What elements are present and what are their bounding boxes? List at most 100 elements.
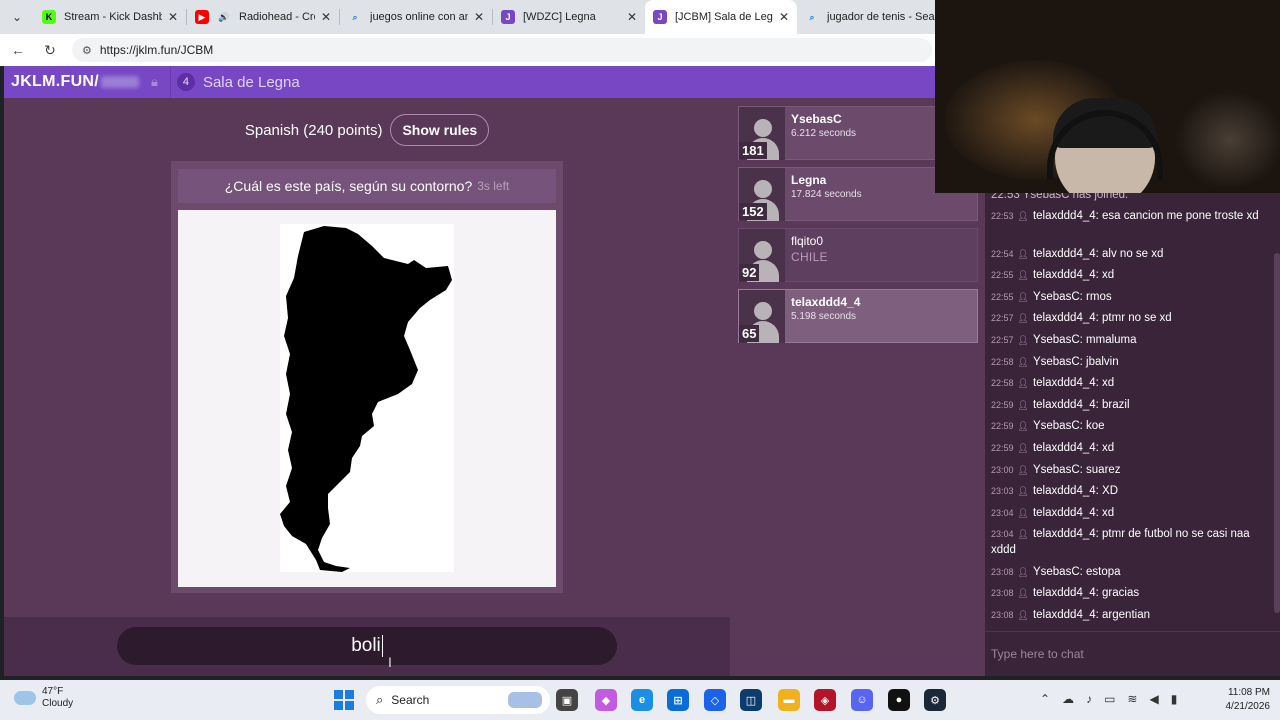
player-count-badge: 4 (176, 73, 195, 91)
chat-input[interactable]: Type here to chat (985, 631, 1280, 676)
close-tab-icon[interactable]: ✕ (779, 10, 789, 24)
steam-icon[interactable]: ⚙ (924, 689, 946, 711)
game-header: JKLM.FUN/ 🔒︎ 4 Sala de Legna (4, 66, 935, 98)
chat-username[interactable]: telaxddd4_4 (1033, 609, 1096, 621)
volume-icon[interactable]: ◀ (1149, 692, 1158, 706)
browser-tab[interactable]: ▶ 🔊 Radiohead - Creep ✕ (187, 0, 339, 34)
browser-tab[interactable]: ⌕ juegos online con amig ✕ (340, 0, 492, 34)
chat-username[interactable]: telaxddd4_4 (1033, 528, 1096, 540)
user-icon: 👤︎ (1017, 211, 1029, 221)
url-field[interactable]: ⚙ https://jklm.fun/JCBM (72, 38, 932, 62)
chat-username[interactable]: telaxddd4_4 (1033, 442, 1096, 454)
player-card[interactable]: 65 telaxddd4_4 5.198 seconds (738, 289, 978, 343)
chat-timestamp: 22:58 (991, 378, 1014, 389)
browser-tab-active[interactable]: J [JCBM] Sala de Legna ✕ (645, 0, 797, 34)
chat-username[interactable]: YsebasC (1033, 566, 1080, 578)
user-icon: 👤︎ (1017, 486, 1029, 497)
chat-username[interactable]: YsebasC (1033, 464, 1080, 476)
chat-text: gracias (1102, 587, 1140, 600)
image-canvas (280, 224, 454, 572)
discord-icon[interactable]: ☺ (851, 689, 873, 711)
task-view-icon[interactable]: ▣ (556, 689, 578, 711)
windows-start-icon[interactable] (334, 690, 354, 710)
taskbar-search[interactable]: ⌕ Search (366, 686, 550, 714)
chat-username[interactable]: YsebasC (1033, 291, 1080, 303)
chat-message: 22:54 👤︎ telaxddd4_4: alv no se xd (991, 246, 1267, 262)
player-score: 65 (739, 325, 760, 342)
chat-timestamp: 23:04 (991, 507, 1014, 518)
show-rules-button[interactable]: Show rules (390, 114, 490, 146)
chat-message: 22:57 👤︎ telaxddd4_4: ptmr no se xd (991, 310, 1267, 326)
chat-username[interactable]: telaxddd4_4 (1033, 248, 1096, 260)
reload-icon[interactable]: ↻ (36, 42, 64, 59)
chat-message-list[interactable]: 22:53 YsebasC has joined. 22:53 👤︎ telaxdd… (985, 193, 1270, 631)
code-editor-icon[interactable]: ◫ (740, 689, 762, 711)
taskbar-clock[interactable]: 11:08 PM 4/21/2026 (1226, 686, 1271, 714)
chat-timestamp: 22:54 (991, 248, 1014, 259)
browser-tab[interactable]: K Stream - Kick Dashboard ✕ (34, 0, 186, 34)
site-brand[interactable]: JKLM.FUN/ (4, 73, 99, 91)
chat-timestamp: 22:59 (991, 399, 1014, 410)
user-icon: 👤︎ (1017, 378, 1029, 389)
browser-tab[interactable]: ⌕ jugador de tenis - Searc (797, 0, 949, 34)
answer-input[interactable]: boli (117, 627, 617, 665)
chat-username[interactable]: YsebasC (1033, 356, 1080, 368)
speaker-icon[interactable]: 🔊 (217, 10, 231, 24)
user-icon: 👤︎ (1017, 248, 1029, 259)
chat-username[interactable]: YsebasC (1033, 334, 1080, 346)
battery-icon[interactable]: ▮ (1171, 692, 1178, 706)
weather-temperature: 47°F (42, 686, 64, 697)
chat-username[interactable]: telaxddd4_4 (1033, 399, 1096, 411)
onedrive-icon[interactable]: ☁ (1062, 692, 1074, 706)
weather-widget[interactable]: 47°F Cloudy (14, 686, 73, 710)
chat-username[interactable]: telaxddd4_4 (1033, 312, 1096, 324)
chat-username[interactable]: telaxddd4_4 (1033, 210, 1096, 222)
chat-timestamp: 23:00 (991, 464, 1014, 475)
copilot-icon[interactable]: ◆ (595, 689, 617, 711)
chat-text: ptmr de futbol no se casi naa xddd (991, 528, 1250, 557)
lock-icon[interactable]: 🔒︎ (151, 74, 158, 90)
chat-scrollbar[interactable] (1274, 253, 1280, 613)
chat-username[interactable]: YsebasC (1033, 420, 1080, 432)
chevron-up-icon[interactable]: ⌃ (1040, 692, 1050, 706)
browser-tab[interactable]: J [WDZC] Legna ✕ (493, 0, 645, 34)
chat-text: koe (1086, 420, 1105, 433)
player-answer-time: 5.198 seconds (791, 311, 857, 322)
file-explorer-icon[interactable]: ▬ (778, 689, 800, 711)
chat-text: rmos (1086, 290, 1112, 303)
obs-icon[interactable]: ● (888, 689, 910, 711)
close-tab-icon[interactable]: ✕ (474, 10, 484, 24)
user-icon: 👤︎ (1017, 507, 1029, 518)
chat-system-message: 22:53 YsebasC has joined. (991, 193, 1129, 201)
search-label: Search (391, 693, 430, 707)
chat-username[interactable]: telaxddd4_4 (1033, 485, 1096, 497)
tab-title: Stream - Kick Dashboard (64, 11, 162, 23)
edge-browser-icon[interactable]: e (631, 689, 653, 711)
mouse-ibeam-cursor: I (388, 654, 392, 670)
close-tab-icon[interactable]: ✕ (321, 10, 331, 24)
wifi-icon[interactable]: ≋ (1127, 692, 1137, 706)
chat-username[interactable]: telaxddd4_4 (1033, 587, 1096, 599)
close-tab-icon[interactable]: ✕ (627, 10, 637, 24)
back-arrow-icon[interactable]: ← (4, 42, 32, 58)
dropbox-icon[interactable]: ◇ (704, 689, 726, 711)
player-card[interactable]: 92 flqito0 CHILE (738, 228, 978, 282)
site-info-icon[interactable]: ⚙ (82, 44, 92, 57)
chat-username[interactable]: telaxddd4_4 (1033, 377, 1096, 389)
chat-username[interactable]: telaxddd4_4 (1033, 507, 1096, 519)
player-answer-time: 17.824 seconds (791, 189, 862, 200)
chat-username[interactable]: telaxddd4_4 (1033, 269, 1096, 281)
device-icon[interactable]: ▭ (1104, 692, 1115, 706)
chat-message: 23:08 👤︎ telaxddd4_4: argentian (991, 607, 1267, 623)
search-icon: ⌕ (376, 692, 384, 707)
system-tray: ⌃ ☁ ♪ ▭ ≋ ◀ ▮ (1040, 692, 1177, 706)
chat-message: 23:04 👤︎ telaxddd4_4: ptmr de futbol no se… (991, 526, 1267, 558)
chat-text: xd (1102, 506, 1115, 519)
user-icon: 👤︎ (1017, 291, 1029, 302)
close-tab-icon[interactable]: ✕ (168, 10, 178, 24)
store-icon[interactable]: ⊞ (667, 689, 689, 711)
shield-app-icon[interactable]: ◈ (814, 689, 836, 711)
microphone-icon[interactable]: ♪ (1086, 692, 1092, 706)
chat-timestamp: 22:57 (991, 313, 1014, 324)
tab-list-chevron-icon[interactable]: ⌄ (0, 0, 34, 34)
